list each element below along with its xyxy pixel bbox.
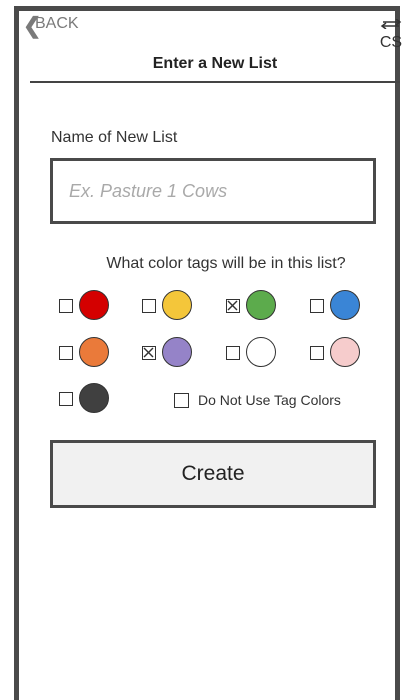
tag-checkbox-orange[interactable] bbox=[59, 346, 73, 360]
tag-checkbox-red[interactable] bbox=[59, 299, 73, 313]
no-tag-colors-label: Do Not Use Tag Colors bbox=[198, 392, 341, 408]
tag-color-swatch-white bbox=[246, 337, 276, 367]
back-button[interactable]: BACK bbox=[35, 15, 79, 33]
tag-color-swatch-purple bbox=[162, 337, 192, 367]
tag-checkbox-pink[interactable] bbox=[310, 346, 324, 360]
tag-color-swatch-black bbox=[79, 383, 109, 413]
tag-color-swatch-blue bbox=[330, 290, 360, 320]
tag-checkbox-black[interactable] bbox=[59, 392, 73, 406]
tags-question: What color tags will be in this list? bbox=[106, 255, 346, 272]
tag-color-swatch-yellow bbox=[162, 290, 192, 320]
tag-option-orange[interactable] bbox=[59, 336, 121, 370]
tag-checkbox-purple[interactable] bbox=[142, 346, 156, 360]
tag-checkbox-blue[interactable] bbox=[310, 299, 324, 313]
name-field-label: Name of New List bbox=[51, 129, 178, 146]
no-tag-colors-checkbox[interactable] bbox=[174, 393, 189, 408]
swap-arrows-icon[interactable]: CS bbox=[378, 16, 404, 51]
page-title: Enter a New List bbox=[152, 55, 278, 72]
tag-checkbox-green[interactable] bbox=[226, 299, 240, 313]
swap-arrows-glyph bbox=[380, 18, 402, 30]
create-button[interactable]: Create bbox=[50, 440, 376, 508]
no-tag-colors-option[interactable]: Do Not Use Tag Colors bbox=[174, 391, 374, 411]
tag-color-swatch-pink bbox=[330, 337, 360, 367]
tag-option-black[interactable] bbox=[59, 382, 121, 416]
tag-checkbox-yellow[interactable] bbox=[142, 299, 156, 313]
header-divider bbox=[30, 81, 400, 83]
tag-option-yellow[interactable] bbox=[142, 289, 204, 323]
tag-option-green[interactable] bbox=[226, 289, 288, 323]
tag-option-pink[interactable] bbox=[310, 336, 372, 370]
tag-option-blue[interactable] bbox=[310, 289, 372, 323]
tag-checkbox-white[interactable] bbox=[226, 346, 240, 360]
tag-option-purple[interactable] bbox=[142, 336, 204, 370]
tag-color-swatch-orange bbox=[79, 337, 109, 367]
app-icon-label: CS bbox=[379, 34, 403, 51]
list-name-input[interactable] bbox=[50, 158, 376, 224]
tag-option-red[interactable] bbox=[59, 289, 121, 323]
tag-color-swatch-green bbox=[246, 290, 276, 320]
tag-option-white[interactable] bbox=[226, 336, 288, 370]
tag-color-swatch-red bbox=[79, 290, 109, 320]
